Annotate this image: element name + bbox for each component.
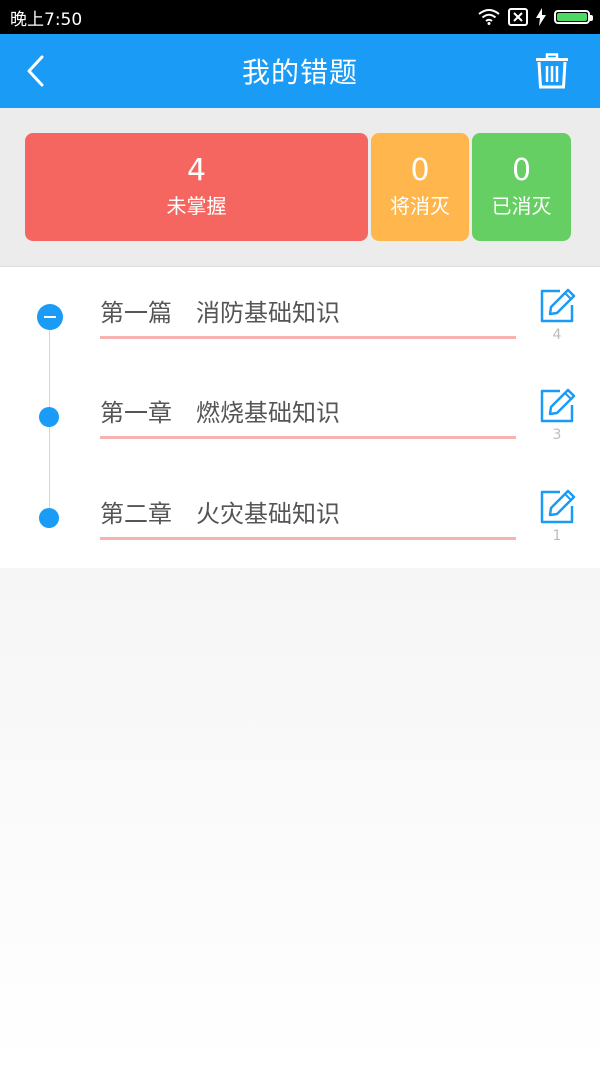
chapter-title[interactable]: 第二章 火灾基础知识	[100, 494, 516, 540]
status-icons	[478, 8, 593, 26]
question-count: 1	[552, 528, 562, 544]
chevron-left-icon	[27, 55, 44, 87]
question-count: 4	[552, 327, 562, 343]
battery-icon	[554, 10, 593, 24]
timeline-dot-icon	[39, 508, 59, 528]
question-count: 3	[552, 427, 562, 443]
unmastered-card[interactable]: 4 未掌握	[25, 133, 368, 241]
eliminated-label: 已消灭	[491, 194, 552, 218]
timeline-dot-icon	[39, 407, 59, 427]
to-eliminate-card[interactable]: 0 将消灭	[371, 133, 469, 241]
chapter-title[interactable]: 第一篇 消防基础知识	[100, 293, 516, 339]
edit-icon[interactable]	[538, 387, 576, 425]
no-sim-icon	[508, 8, 528, 26]
eliminated-card[interactable]: 0 已消灭	[472, 133, 571, 241]
collapse-icon[interactable]	[37, 304, 63, 330]
charging-icon	[536, 8, 546, 26]
to-eliminate-label: 将消灭	[390, 194, 450, 218]
wifi-icon	[478, 9, 500, 25]
chapter-row[interactable]: 第二章 火灾基础知识 1	[0, 468, 600, 568]
page-title: 我的错题	[241, 56, 358, 89]
delete-button[interactable]	[532, 51, 572, 91]
chapter-row[interactable]: 第一篇 消防基础知识 4	[0, 267, 600, 367]
trash-icon	[536, 53, 568, 89]
status-time: 晚上7:50	[10, 9, 83, 30]
chapter-title[interactable]: 第一章 燃烧基础知识	[100, 393, 516, 439]
eliminated-count: 0	[511, 153, 532, 188]
edit-icon[interactable]	[538, 287, 576, 325]
unmastered-count: 4	[186, 153, 207, 188]
app-bar: 我的错题	[0, 34, 600, 108]
battery-level	[557, 13, 587, 21]
back-button[interactable]	[18, 52, 54, 90]
to-eliminate-count: 0	[410, 153, 430, 188]
edit-icon[interactable]	[538, 488, 576, 526]
chapter-row[interactable]: 第一章 燃烧基础知识 3	[0, 367, 600, 467]
minus-bar	[44, 316, 56, 318]
chapter-tree: 第一篇 消防基础知识 4 第一章 燃烧基础知识 3 第二章 火灾基础知识 1	[0, 267, 600, 568]
unmastered-label: 未掌握	[166, 194, 227, 218]
status-bar: 晚上7:50	[0, 0, 600, 34]
summary-panel: 4 未掌握 0 将消灭 0 已消灭	[0, 108, 600, 267]
